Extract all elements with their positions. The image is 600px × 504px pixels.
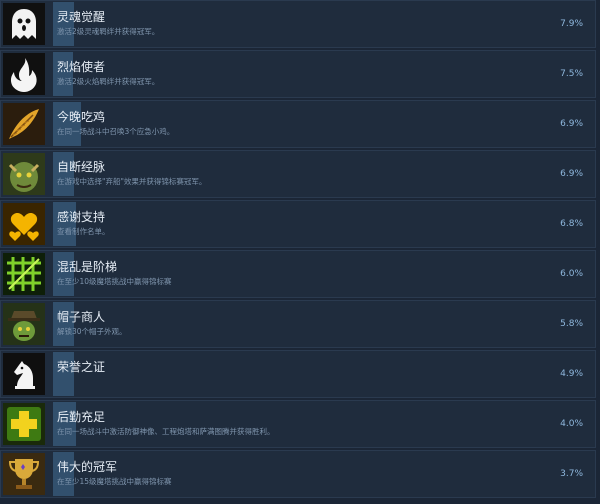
feather-icon — [3, 103, 45, 145]
achievement-title: 混乱是阶梯 — [57, 260, 118, 274]
achievement-description: 查看制作名单。 — [57, 227, 110, 236]
progress-bar — [53, 302, 74, 346]
achievement-title: 今晚吃鸡 — [57, 110, 106, 124]
progress-bar — [53, 52, 73, 96]
unlock-percent: 6.9% — [560, 119, 583, 129]
green-grid-icon — [3, 253, 45, 295]
achievement-row[interactable]: 伟大的冠军 在至少15级魔塔挑战中赢得锦标赛 3.7% — [0, 450, 596, 498]
achievement-title: 感谢支持 — [57, 210, 106, 224]
unlock-percent: 6.9% — [560, 169, 583, 179]
achievement-title: 自断经脉 — [57, 160, 106, 174]
achievement-title: 伟大的冠军 — [57, 460, 118, 474]
chess-knight-icon — [3, 353, 45, 395]
unlock-percent: 7.9% — [560, 19, 583, 29]
achievement-row[interactable]: 自断经脉 在游戏中选择"弃船"效果并获得锦标赛冠军。 6.9% — [0, 150, 596, 198]
progress-bar — [53, 152, 74, 196]
achievement-title: 帽子商人 — [57, 310, 106, 324]
achievement-row[interactable]: 混乱是阶梯 在至少10级魔塔挑战中赢得锦标赛 6.0% — [0, 250, 596, 298]
progress-bar — [53, 102, 81, 146]
achievement-row[interactable]: 荣誉之证 4.9% — [0, 350, 596, 398]
progress-bar — [53, 352, 74, 396]
achievement-description: 在至少10级魔塔挑战中赢得锦标赛 — [57, 277, 172, 286]
green-cross-icon — [3, 403, 45, 445]
achievement-description: 解锁30个帽子外观。 — [57, 327, 127, 336]
trophy-icon — [3, 453, 45, 495]
progress-bar — [53, 2, 74, 46]
progress-bar — [53, 452, 74, 496]
flame-icon — [3, 53, 45, 95]
achievement-row[interactable]: 灵魂觉醒 激活2级灵魂羁绊并获得冠军。 7.9% — [0, 0, 596, 48]
unlock-percent: 6.8% — [560, 219, 583, 229]
progress-bar — [53, 202, 76, 246]
achievement-list: 灵魂觉醒 激活2级灵魂羁绊并获得冠军。 7.9% 烈焰使者 激活2级火焰羁绊并获… — [0, 0, 600, 504]
hearts-icon — [3, 203, 45, 245]
achievement-row[interactable]: 后勤充足 在同一场战斗中激活防御神像、工程炮塔和萨满图腾并获得胜利。 4.0% — [0, 400, 596, 448]
unlock-percent: 4.9% — [560, 369, 583, 379]
unlock-percent: 6.0% — [560, 269, 583, 279]
achievement-title: 荣誉之证 — [57, 360, 106, 374]
achievement-title: 后勤充足 — [57, 410, 106, 424]
achievement-row[interactable]: 帽子商人 解锁30个帽子外观。 5.8% — [0, 300, 596, 348]
achievement-row[interactable]: 今晚吃鸡 在同一场战斗中召唤3个应急小鸡。 6.9% — [0, 100, 596, 148]
progress-bar — [53, 402, 76, 446]
achievement-title: 灵魂觉醒 — [57, 10, 106, 24]
achievement-description: 在同一场战斗中召唤3个应急小鸡。 — [57, 127, 175, 136]
goblin-hat-icon — [3, 303, 45, 345]
unlock-percent: 7.5% — [560, 69, 583, 79]
unlock-percent: 3.7% — [560, 469, 583, 479]
achievement-title: 烈焰使者 — [57, 60, 106, 74]
achievement-row[interactable]: 烈焰使者 激活2级火焰羁绊并获得冠军。 7.5% — [0, 50, 596, 98]
progress-bar — [53, 252, 74, 296]
achievement-description: 在至少15级魔塔挑战中赢得锦标赛 — [57, 477, 172, 486]
achievement-description: 激活2级火焰羁绊并获得冠军。 — [57, 77, 160, 86]
achievement-description: 激活2级灵魂羁绊并获得冠军。 — [57, 27, 160, 36]
unlock-percent: 4.0% — [560, 419, 583, 429]
ogre-portrait-icon — [3, 153, 45, 195]
achievement-row[interactable]: 感谢支持 查看制作名单。 6.8% — [0, 200, 596, 248]
achievement-description: 在游戏中选择"弃船"效果并获得锦标赛冠军。 — [57, 177, 207, 186]
unlock-percent: 5.8% — [560, 319, 583, 329]
achievement-description: 在同一场战斗中激活防御神像、工程炮塔和萨满图腾并获得胜利。 — [57, 427, 275, 436]
ghost-icon — [3, 3, 45, 45]
